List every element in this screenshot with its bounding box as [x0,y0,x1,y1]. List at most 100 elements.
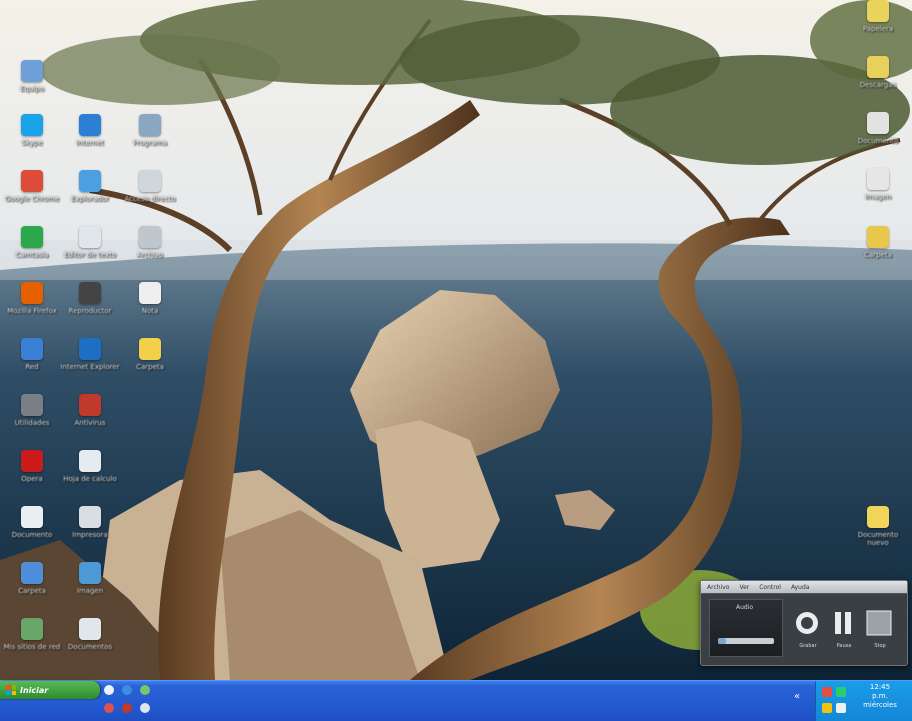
desktop-icon-label: Google Chrome [4,195,60,203]
desktop-icon[interactable]: Equipo [0,60,64,116]
desktop-icon-label: Acceso directo [124,195,176,203]
explorer-icon [79,170,101,192]
desktop-icon-label: Utilidades [14,419,50,427]
clock-time: 12:45 [869,683,891,691]
folder-yellow-icon [139,338,161,360]
desktop-icon[interactable]: Editor de texto [58,226,122,282]
desktop-icon[interactable]: Carpeta [846,226,910,282]
record-button[interactable]: Grabar [793,609,823,649]
taskbar: Iniciar « 12:45 p.m. miércoles [0,680,912,721]
menu-item-control[interactable]: Control [759,584,781,591]
desktop-icon[interactable]: Google Chrome [0,170,64,226]
desktop-icon[interactable]: Internet [58,114,122,170]
desktop-icon[interactable]: Mis sitios de red [0,618,64,674]
menu-item-file[interactable]: Archivo [707,584,729,591]
desktop-icon[interactable]: Impresora [58,506,122,562]
file-icon [139,226,161,248]
desktop-icon[interactable]: Carpeta [118,338,182,394]
note-icon [139,282,161,304]
player-display: Audio [709,599,783,657]
desktop-icon-label: Carpeta [136,363,164,371]
tray-security-icon[interactable] [836,703,846,713]
desktop-icon[interactable]: Mozilla Firefox [0,282,64,338]
globe-icon [79,338,101,360]
network-icon [21,338,43,360]
desktop-icon[interactable]: Opera [0,450,64,506]
opera-icon [21,450,43,472]
menu-item-view[interactable]: Ver [739,584,749,591]
quicklaunch-explorer-icon[interactable] [140,703,150,713]
desktop-icon-label: Imagen [76,587,104,595]
shortcut-icon [139,170,161,192]
desktop-icon[interactable]: Antivirus [58,394,122,450]
skype-icon [21,114,43,136]
download-icon [867,56,889,78]
quicklaunch-desktop-icon[interactable] [104,685,114,695]
notepad-icon [79,226,101,248]
quicklaunch-media-icon[interactable] [140,685,150,695]
clock[interactable]: 12:45 p.m. miércoles [854,681,906,710]
desktop-icon[interactable]: Documentos [58,618,122,674]
media-icon [79,282,101,304]
sheet-icon [79,450,101,472]
pause-button[interactable]: Pausa [829,609,859,649]
quicklaunch-ie-icon[interactable] [122,685,132,695]
desktop-icon-label: Camtasia [15,251,49,259]
desktop-icon-label: Documento nuevo [857,531,899,547]
system-tray: 12:45 p.m. miércoles [815,681,912,721]
folder-icon [21,562,43,584]
desktop-icon-label: Mozilla Firefox [7,307,57,315]
chrome-icon [21,170,43,192]
desktop-icon[interactable]: Documento nuevo [846,506,910,562]
stop-button[interactable]: Stop [865,609,895,649]
desktop-icon[interactable]: Imagen [846,168,910,224]
volume-label: Audio [736,604,754,611]
media-player-window[interactable]: Archivo Ver Control Ayuda Audio Grabar P… [700,580,908,666]
desktop-icon[interactable]: Nota [118,282,182,338]
windows-logo-icon [6,685,16,695]
desktop-icon[interactable]: Imagen [58,562,122,618]
desktop-icon-label: Skype [21,139,43,147]
desktop-icon[interactable]: Documento [0,506,64,562]
desktop-icon[interactable]: Explorador [58,170,122,226]
desktop-icon-label: Descargas [859,81,897,89]
desktop-icon[interactable]: Red [0,338,64,394]
menu-item-help[interactable]: Ayuda [791,584,810,591]
desktop-icon-label: Imagen [864,193,892,201]
desktop-icon-label: Papelera [862,25,894,33]
desktop-icon[interactable]: Documento [846,112,910,168]
quicklaunch-opera-icon[interactable] [104,703,114,713]
desktop-icon-label: Opera [21,475,43,483]
desktop-icon-label: Impresora [72,531,108,539]
desktop-icon-label: Carpeta [864,251,892,259]
clock-ampm: p.m. [872,692,888,700]
tray-network-icon[interactable] [836,687,846,697]
desktop-icon-label: Equipo [20,85,44,93]
desktop-icon-label: Internet Explorer [60,363,120,371]
tray-expand-icon[interactable]: « [794,691,800,702]
recycle-icon [867,0,889,22]
desktop-icon[interactable]: Descargas [846,56,910,112]
quicklaunch-app-icon[interactable] [122,703,132,713]
desktop-icon[interactable]: Programa [118,114,182,170]
desktop-icon[interactable]: Hoja de calculo [58,450,122,506]
desktop-icon[interactable]: Reproductor [58,282,122,338]
tray-volume-icon[interactable] [822,703,832,713]
desktop-icon[interactable]: Acceso directo [118,170,182,226]
desktop-icon[interactable]: Carpeta [0,562,64,618]
desktop-icon[interactable]: Utilidades [0,394,64,450]
desktop-icon[interactable]: Camtasia [0,226,64,282]
pdf-icon [867,168,889,190]
start-label: Iniciar [20,685,49,695]
progress-slider[interactable] [718,638,774,644]
desktop-icon[interactable]: Skype [0,114,64,170]
desktop-icon-label: Nota [141,307,159,315]
desktop-icon[interactable]: Archivo [118,226,182,282]
start-button[interactable]: Iniciar [0,681,100,699]
desktop-icon[interactable]: Internet Explorer [58,338,122,394]
desktop-icon-label: Red [25,363,39,371]
image-icon [79,562,101,584]
desktop-icon[interactable]: Papelera [846,0,910,56]
tray-app-icon[interactable] [822,687,832,697]
desktop-icon-label: Hoja de calculo [63,475,117,483]
